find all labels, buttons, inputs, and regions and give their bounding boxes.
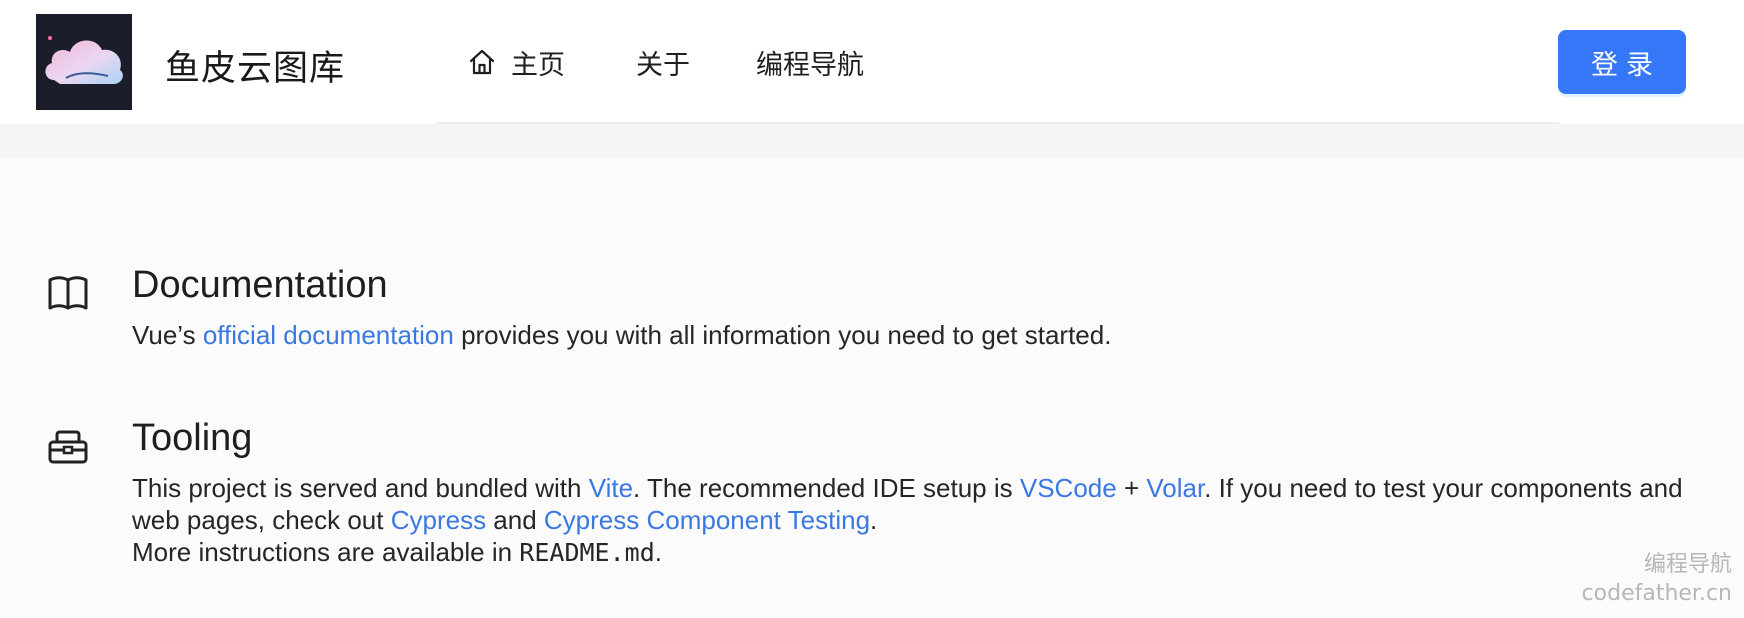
watermark-line-1: 编程导航 (1643, 552, 1732, 577)
documentation-text-part: provides you with all information you ne… (453, 320, 1112, 350)
login-button[interactable]: 登录 (1558, 30, 1686, 94)
nav-item-code-navigation-label: 编程导航 (756, 49, 864, 81)
vscode-link[interactable]: VSCode (1020, 473, 1117, 503)
top-header: 鱼皮云图库 主页 关于 编程导航 登录 (0, 0, 1744, 124)
tooling-text-part: + (1116, 473, 1147, 503)
main-nav: 主页 关于 编程导航 (436, 0, 1559, 124)
tooling-text-part: . The recommended IDE setup is (633, 473, 1020, 503)
nav-item-home[interactable]: 主页 (467, 44, 565, 81)
watermark: 编程导航 codefather.cn (1582, 550, 1732, 608)
cypress-link[interactable]: Cypress (391, 505, 486, 535)
book-icon (48, 276, 88, 310)
tooling-text-part: This project is served and bundled with (132, 473, 589, 503)
watermark-line-2: codefather.cn (1581, 581, 1732, 606)
volar-link[interactable]: Volar (1146, 473, 1204, 503)
tooling-text: This project is served and bundled with … (132, 472, 1692, 569)
home-icon (469, 49, 495, 75)
documentation-heading: Documentation (132, 264, 388, 306)
header-shadow-bar (0, 124, 1744, 158)
official-documentation-link[interactable]: official documentation (203, 320, 454, 350)
site-title[interactable]: 鱼皮云图库 (165, 40, 345, 91)
tooling-text-part: and (486, 505, 544, 535)
toolbox-icon (48, 430, 88, 464)
site-logo[interactable] (36, 14, 132, 110)
tooling-text-part: . (870, 505, 878, 535)
readme-filename: README.md (519, 538, 655, 567)
nav-item-about-label: 关于 (636, 49, 690, 81)
tooling-text-part: . (654, 537, 662, 567)
tooling-text-part: More instructions are available in (132, 537, 520, 567)
vite-link[interactable]: Vite (589, 473, 633, 503)
tooling-heading: Tooling (132, 417, 253, 459)
nav-item-about[interactable]: 关于 (636, 44, 690, 81)
documentation-text: Vue’s official documentation provides yo… (132, 319, 1692, 351)
documentation-text-part: Vue’s (132, 320, 203, 350)
cloud-logo-icon (36, 14, 132, 110)
cypress-component-testing-link[interactable]: Cypress Component Testing (544, 505, 870, 535)
nav-item-home-label: 主页 (511, 49, 565, 81)
nav-item-code-navigation[interactable]: 编程导航 (756, 44, 864, 81)
